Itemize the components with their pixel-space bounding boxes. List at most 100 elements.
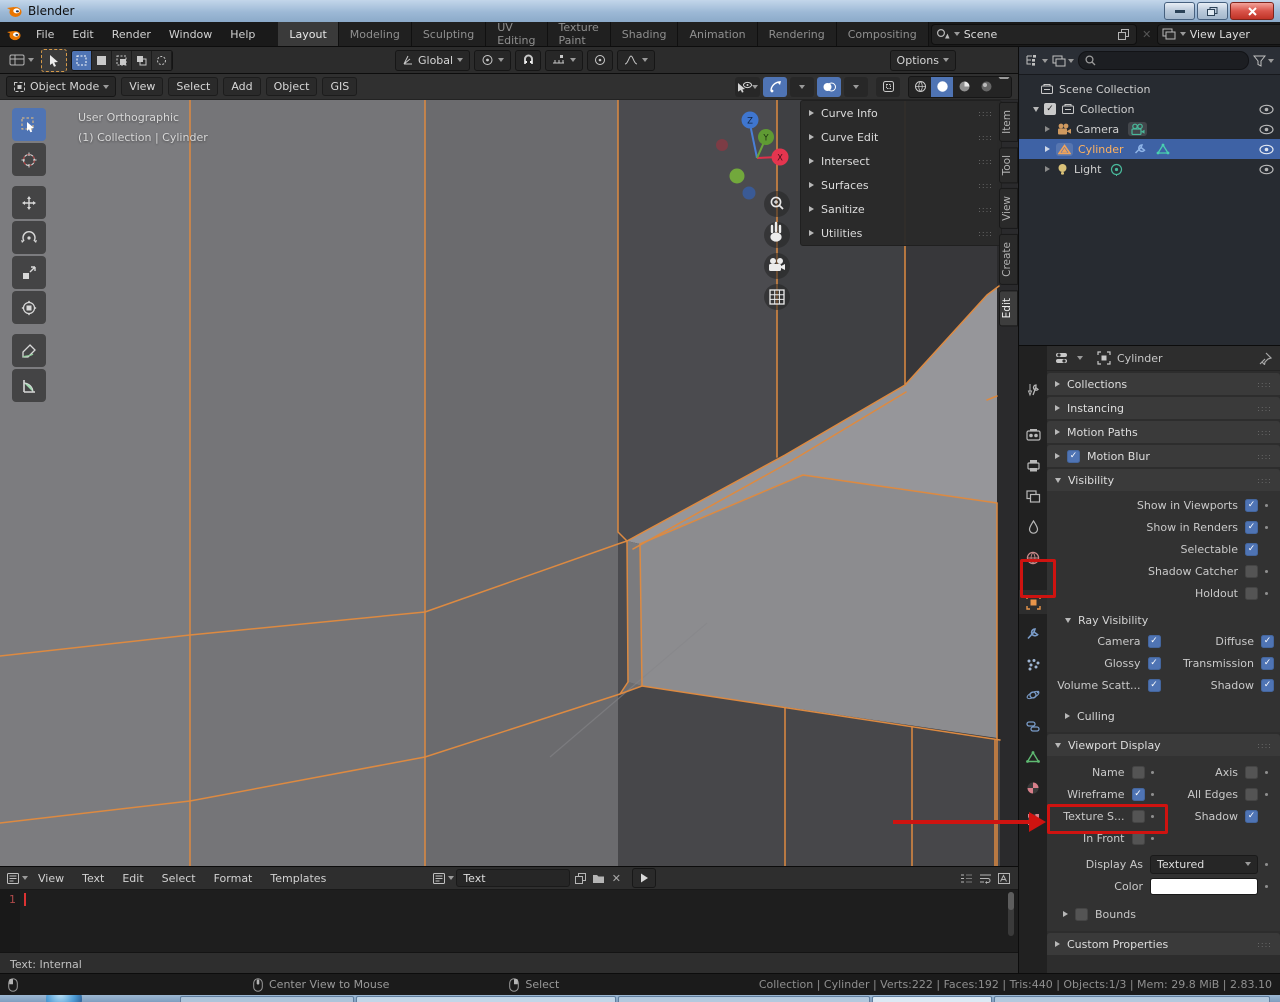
hide-toggle-eye-icon[interactable] [1259, 124, 1274, 135]
select-mode-extend[interactable] [92, 50, 112, 70]
hide-toggle-eye-icon[interactable] [1259, 104, 1274, 115]
panel-sanitize[interactable]: Sanitize:::: [801, 197, 1001, 221]
display-axis-checkbox[interactable] [1245, 765, 1258, 779]
taskbar-window-button[interactable] [872, 996, 992, 1002]
shading-dropdown[interactable] [997, 76, 1011, 97]
tool-transform[interactable] [12, 291, 46, 324]
panel-collections[interactable]: Collections:::: [1047, 373, 1280, 395]
viewport-3d[interactable]: Z Y X Object Mode View Select Add Object [0, 74, 1018, 866]
xray-toggle[interactable] [876, 76, 900, 97]
ray-volume-checkbox[interactable]: ✓ [1147, 678, 1161, 692]
taskbar-window-button[interactable] [356, 996, 616, 1002]
options-dropdown[interactable]: Options [889, 49, 956, 71]
line-numbers-toggle[interactable] [958, 871, 974, 886]
tool-scale[interactable] [12, 256, 46, 289]
te-menu-edit[interactable]: Edit [114, 872, 151, 885]
shadow-catcher-checkbox[interactable] [1245, 564, 1258, 578]
tool-rotate[interactable] [12, 221, 46, 254]
ray-shadow-checkbox[interactable]: ✓ [1261, 678, 1274, 692]
viewport-menu-add[interactable]: Add [223, 77, 261, 96]
row-label[interactable]: Light [1074, 163, 1101, 176]
sidebar-tab-view[interactable]: View [999, 188, 1018, 230]
viewport-menu-object[interactable]: Object [265, 77, 318, 96]
ray-diffuse-checkbox[interactable]: ✓ [1261, 634, 1274, 648]
te-menu-format[interactable]: Format [206, 872, 261, 885]
maximize-button[interactable] [1197, 2, 1228, 20]
panel-viewport-display[interactable]: Viewport Display:::: [1047, 734, 1280, 756]
new-text-button[interactable] [572, 871, 588, 886]
drag-dots-icon[interactable]: :::: [978, 157, 993, 166]
show-in-renders-checkbox[interactable]: ✓ [1245, 520, 1258, 534]
text-name-field[interactable]: Text [456, 869, 571, 887]
tool-annotate[interactable] [12, 334, 46, 367]
row-label[interactable]: Cylinder [1078, 143, 1124, 156]
display-all-edges-checkbox[interactable] [1245, 787, 1258, 801]
panel-culling[interactable]: Culling [1047, 706, 1280, 726]
viewport-menu-gis[interactable]: GIS [322, 77, 358, 96]
tab-physics[interactable] [1019, 683, 1047, 707]
panel-custom-properties[interactable]: Custom Properties:::: [1047, 933, 1280, 955]
scene-selector[interactable]: Scene [930, 23, 1137, 45]
menu-window[interactable]: Window [160, 22, 221, 46]
shading-solid-button[interactable] [931, 76, 953, 97]
close-button[interactable] [1230, 2, 1274, 20]
view-layer-name[interactable]: View Layer [1190, 28, 1280, 41]
show-in-viewports-checkbox[interactable]: ✓ [1245, 498, 1258, 512]
unlink-text-button[interactable]: ✕ [608, 871, 624, 886]
sidebar-tab-item[interactable]: Item [999, 102, 1018, 142]
menu-edit[interactable]: Edit [63, 22, 102, 46]
text-editor-content[interactable]: 1 [0, 890, 1018, 952]
select-mode-subtract[interactable] [112, 50, 132, 70]
object-visibility-dropdown[interactable] [735, 76, 760, 97]
workspace-tab-modeling[interactable]: Modeling [338, 22, 412, 46]
row-label[interactable]: Collection [1080, 103, 1134, 116]
overlays-dropdown[interactable] [844, 76, 868, 97]
scene-name[interactable]: Scene [964, 28, 1112, 41]
workspace-tab-compositing[interactable]: Compositing [836, 22, 929, 46]
ray-camera-checkbox[interactable]: ✓ [1147, 634, 1161, 648]
workspace-tab-layout[interactable]: Layout [278, 22, 339, 46]
word-wrap-toggle[interactable] [977, 871, 993, 886]
gizmos-dropdown[interactable] [790, 76, 814, 97]
view-layer-selector[interactable]: View Layer [1156, 23, 1280, 45]
minimize-button[interactable] [1164, 2, 1195, 20]
shading-wireframe-button[interactable] [909, 77, 931, 97]
active-tool-button[interactable] [41, 48, 67, 72]
hide-toggle-eye-icon[interactable] [1259, 144, 1274, 155]
viewport-menu-select[interactable]: Select [168, 77, 219, 96]
taskbar-window-button[interactable] [618, 996, 870, 1002]
drag-dots-icon[interactable]: :::: [978, 181, 993, 190]
run-script-button[interactable] [632, 868, 657, 888]
select-mode-intersect[interactable] [152, 50, 172, 70]
workspace-tab-texture-paint[interactable]: Texture Paint [547, 21, 611, 47]
select-mode-invert[interactable] [132, 50, 152, 70]
expand-icon[interactable] [1044, 166, 1050, 172]
menu-render[interactable]: Render [103, 22, 160, 46]
search-input[interactable] [1078, 51, 1249, 70]
filter-funnel-dropdown[interactable] [1253, 55, 1274, 67]
panel-curve-edit[interactable]: Curve Edit:::: [801, 125, 1001, 149]
light-data-icon[interactable] [1110, 163, 1123, 176]
tab-output[interactable] [1019, 453, 1047, 477]
tab-particles[interactable] [1019, 652, 1047, 676]
tab-material[interactable] [1019, 776, 1047, 800]
mode-dropdown[interactable]: Object Mode [6, 76, 117, 97]
pivot-point-dropdown[interactable] [474, 49, 512, 71]
snap-target-dropdown[interactable] [545, 49, 584, 71]
gizmos-toggle[interactable] [763, 76, 787, 97]
start-button[interactable] [46, 995, 82, 1002]
collapse-icon[interactable] [1033, 106, 1039, 112]
collection-checkbox[interactable]: ✓ [1044, 103, 1056, 115]
te-menu-view[interactable]: View [30, 872, 72, 885]
shading-material-button[interactable] [953, 77, 975, 97]
display-shadow-checkbox[interactable]: ✓ [1245, 809, 1258, 823]
workspace-tab-animation[interactable]: Animation [678, 22, 758, 46]
sidebar-tab-create[interactable]: Create [999, 234, 1018, 286]
blender-menu-icon[interactable] [0, 22, 27, 46]
proportional-falloff-dropdown[interactable] [617, 49, 656, 71]
proportional-editing-toggle[interactable] [587, 49, 614, 71]
outliner-row-cylinder[interactable]: Cylinder [1019, 139, 1280, 159]
camera-data-icon[interactable] [1128, 122, 1148, 136]
motion-blur-checkbox[interactable]: ✓ [1067, 449, 1080, 463]
workspace-tab-uv-editing[interactable]: UV Editing [486, 21, 548, 47]
